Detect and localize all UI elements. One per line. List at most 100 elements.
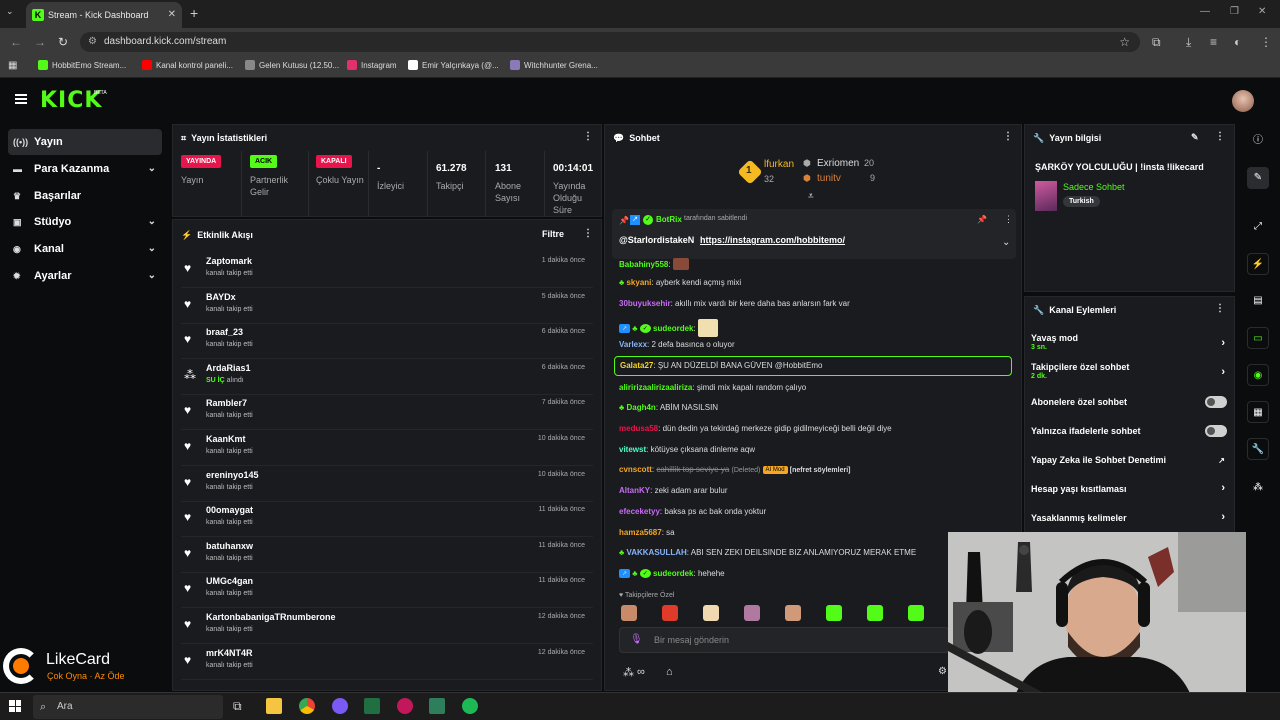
chat-username[interactable]: Dagh4n [626, 403, 655, 412]
chat-username[interactable]: medusa58 [619, 424, 658, 433]
more-options-icon[interactable]: ⋮ [1003, 131, 1013, 142]
taskbar-search-input[interactable]: ⌕ Ara [33, 695, 223, 719]
action-followers-only[interactable]: Takipçilere özel sohbet 2 dk. › [1031, 362, 1225, 380]
activity-item[interactable]: ♥ ereninyo145 kanalı takip etti 10 dakika ö… [181, 466, 593, 502]
windows-start-icon[interactable] [9, 700, 21, 712]
bookmark-2[interactable]: Gelen Kutusu (12.50... [245, 60, 339, 70]
chat-username[interactable]: Galata27 [620, 361, 653, 370]
close-window-icon[interactable]: ✕ [1258, 6, 1266, 17]
chat-message[interactable]: cvnscott: cahillik top seviye ya (Delete… [619, 465, 850, 474]
points-icon[interactable]: ⁂ [1247, 477, 1269, 499]
points-icon[interactable]: ⁂ [623, 666, 634, 679]
category-thumbnail[interactable] [1035, 181, 1057, 211]
chat-message[interactable]: AltanKY: zeki adam arar bulur [619, 486, 728, 495]
emote-button[interactable] [662, 605, 678, 621]
expand-icon[interactable]: ⤢ [1247, 216, 1269, 238]
action-banned-words[interactable]: Yasaklanmış kelimeler › [1031, 511, 1225, 523]
app-icon[interactable] [332, 698, 348, 714]
activity-item[interactable]: ♥ batuhanxw kanalı takip etti 11 dakika önc… [181, 537, 593, 573]
action-account-age[interactable]: Hesap yaşı kısıtlaması › [1031, 482, 1225, 494]
emote-button[interactable] [908, 605, 924, 621]
chat-input[interactable]: 🎙 Bir mesaj gönderin [619, 627, 949, 653]
activity-item[interactable]: ♥ 00omaygat kanalı takip etti 11 dakika önc… [181, 501, 593, 538]
chat-message[interactable]: Galata27: ŞU AN DÜZELDİ BANA GÜVEN @Hobb… [614, 356, 1012, 376]
chat-message[interactable]: Babahiny558: [619, 258, 689, 270]
activity-item[interactable]: ♥ BAYDx kanalı takip etti 5 dakika önce [181, 288, 593, 324]
action-slow-mode[interactable]: Yavaş mod 3 sn. › [1031, 333, 1225, 351]
chat-username[interactable]: sudeordek [653, 324, 693, 333]
bookmark-3[interactable]: Instagram [347, 60, 397, 70]
activity-item[interactable]: ⁂ ArdaRias1 SU İÇ alındı 6 dakika önce [181, 359, 593, 395]
more-options-icon[interactable]: ⋮ [1004, 214, 1013, 225]
bookmark-0[interactable]: HobbitEmo Stream... [38, 60, 126, 70]
bookmark-1[interactable]: Kanal kontrol paneli... [142, 60, 233, 70]
chat-message[interactable]: hamza5687: sa [619, 528, 675, 537]
url-input[interactable]: ⚙ dashboard.kick.com/stream ☆ [80, 32, 1140, 52]
menu-icon[interactable]: ⋮ [1260, 35, 1272, 49]
chat-username[interactable]: skyani [626, 278, 651, 287]
layout-icon[interactable]: ▦ [1247, 401, 1269, 423]
edit-icon[interactable]: ✎ [1247, 167, 1269, 189]
infinity-icon[interactable]: ∞ [637, 666, 645, 678]
chat-username[interactable]: aliririzaalirizaaliriza [619, 383, 692, 392]
file-explorer-icon[interactable] [266, 698, 282, 714]
forward-icon[interactable]: → [34, 35, 46, 49]
chat-username[interactable]: efeceketyy [619, 507, 660, 516]
chat-message[interactable]: vitewst: kötüyse çıksana dinleme aqw [619, 445, 755, 454]
nav-item-para-kazanma[interactable]: ▬ Para Kazanma ⌄ [8, 156, 162, 182]
emotes-only-toggle[interactable] [1205, 425, 1227, 437]
action-ai-moderation[interactable]: Yapay Zeka ile Sohbet Denetimi ↗ [1031, 455, 1225, 465]
nav-item-basarilar[interactable]: ♛ Başarılar [8, 183, 162, 209]
info-icon[interactable]: ⓘ [1247, 130, 1269, 152]
chat-message[interactable]: ♣ skyani: ayberk kendi açmış mixi [619, 278, 741, 287]
emote-button[interactable] [826, 605, 842, 621]
nav-item-kanal[interactable]: ◉ Kanal ⌄ [8, 236, 162, 262]
browser-tab[interactable]: K Stream - Kick Dashboard ✕ [26, 2, 182, 28]
pinned-by-user[interactable]: BotRix [656, 215, 682, 224]
lightning-icon[interactable]: ⚡ [1247, 253, 1269, 275]
hamburger-menu-icon[interactable] [15, 94, 27, 104]
activity-item[interactable]: ♥ KaanKmt kanalı takip etti 10 dakika önce [181, 430, 593, 466]
chat-icon[interactable]: ▭ [1247, 327, 1269, 349]
emote-button[interactable] [744, 605, 760, 621]
pinned-link[interactable]: https://instagram.com/hobbitemo/ [700, 235, 845, 245]
more-options-icon[interactable]: ⋮ [1215, 131, 1225, 142]
subscribers-only-toggle[interactable] [1205, 396, 1227, 408]
chat-message[interactable]: efeceketyy: baksa ps ac bak onda yoktur [619, 507, 766, 516]
activity-item[interactable]: ♥ KartonbabanigaTRnumberone kanalı takip e… [181, 608, 593, 644]
chat-username[interactable]: cvnscott [619, 465, 652, 474]
microphone-icon[interactable]: 🎙 [630, 634, 643, 645]
store-icon[interactable]: ⌂ [666, 666, 673, 678]
more-options-icon[interactable]: ⋮ [583, 131, 593, 142]
new-tab-icon[interactable]: + [190, 5, 198, 21]
emote-button[interactable] [621, 605, 637, 621]
chat-message[interactable]: ↗ ♣ ✓ sudeordek: hehehe [619, 569, 725, 578]
bookmark-5[interactable]: Witchhunter Grena... [510, 60, 598, 70]
chat-username[interactable]: Babahiny558 [619, 260, 668, 269]
broadcast-icon[interactable]: ◉ [1247, 364, 1269, 386]
download-icon[interactable]: ⤓ [1186, 35, 1191, 50]
chat-username[interactable]: 30buyuksehir [619, 299, 671, 308]
task-view-icon[interactable]: ⧉ [233, 699, 242, 714]
chat-settings-icon[interactable]: ⚙ [938, 666, 947, 677]
close-tab-icon[interactable]: ✕ [168, 2, 176, 28]
wrench-icon[interactable]: 🔧 [1247, 438, 1269, 460]
emote-button[interactable] [785, 605, 801, 621]
activity-item[interactable]: ♥ mrK4NT4R kanalı takip etti 12 dakika önce [181, 644, 593, 680]
xbox-icon[interactable] [364, 698, 380, 714]
chat-message[interactable]: ♣ Dagh4n: ABİM NASILSIN [619, 403, 718, 412]
chat-message[interactable]: Varlexx: 2 defa basınca o oluyor [619, 340, 735, 349]
filter-button[interactable]: Filtre [542, 229, 564, 239]
chat-username[interactable]: vitewst [619, 445, 646, 454]
leaderboard-third-name[interactable]: tunitv [817, 173, 841, 184]
user-avatar[interactable] [1232, 90, 1254, 112]
unpin-icon[interactable]: 📌 [977, 215, 987, 224]
chevron-down-icon[interactable]: ⌄ [1002, 237, 1010, 248]
chat-message[interactable]: medusa58: dün dedin ya tekirdağ merkeze … [619, 424, 892, 433]
document-icon[interactable]: ▤ [1247, 290, 1269, 312]
spotify-icon[interactable] [462, 698, 478, 714]
nav-item-studyo[interactable]: ▣ Stüdyo ⌄ [8, 209, 162, 235]
emote-button[interactable] [867, 605, 883, 621]
profile-extension-icon[interactable]: ◐ [1234, 35, 1241, 49]
leaderboard-second-name[interactable]: Exriomen [817, 158, 859, 169]
